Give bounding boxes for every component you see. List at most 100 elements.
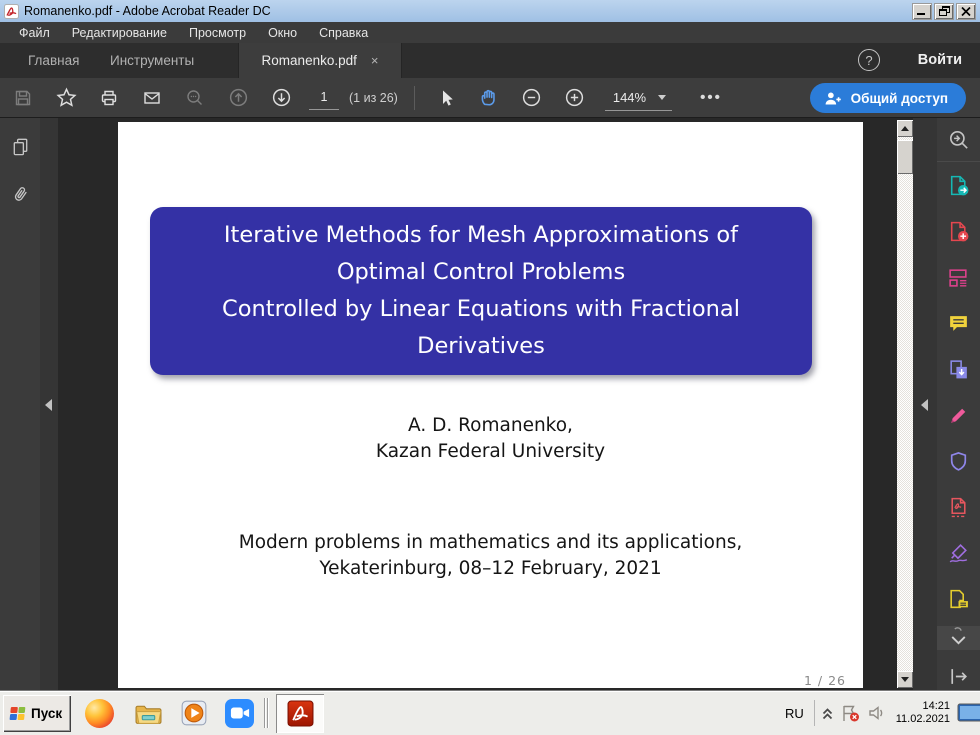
clock-date: 11.02.2021 (896, 713, 950, 726)
main-toolbar: 1 (1 из 26) 144% ••• Общий доступ (0, 78, 980, 118)
tray-divider (814, 700, 815, 726)
menu-help[interactable]: Справка (308, 26, 379, 40)
left-panel-rail (0, 118, 40, 690)
tab-tools[interactable]: Инструменты (96, 43, 208, 78)
acrobat-reader-window: Romanenko.pdf - Adobe Acrobat Reader DC … (0, 0, 980, 735)
protect-icon[interactable] (937, 438, 980, 484)
start-button-label: Пуск (31, 706, 62, 721)
share-button[interactable]: Общий доступ (810, 83, 966, 113)
scroll-up-button[interactable] (897, 120, 913, 137)
acrobat-task-button[interactable] (276, 694, 324, 733)
close-button[interactable] (956, 3, 976, 20)
window-titlebar[interactable]: Romanenko.pdf - Adobe Acrobat Reader DC (0, 0, 980, 22)
certificates-icon[interactable] (937, 530, 980, 576)
more-tools-button[interactable]: ••• (700, 89, 722, 106)
search-tools-icon[interactable] (937, 118, 980, 162)
slide-title-line: Controlled by Linear Equations with Frac… (150, 291, 812, 328)
print-button[interactable] (92, 81, 126, 115)
zoom-in-button[interactable] (558, 81, 592, 115)
vertical-scrollbar[interactable] (897, 120, 913, 688)
toolbar-divider (414, 86, 415, 110)
attachments-icon[interactable] (2, 176, 38, 212)
hand-tool-button[interactable] (472, 81, 506, 115)
tools-pane-rail (937, 118, 980, 690)
chevron-down-icon (658, 95, 666, 100)
author-name: A. D. Romanenko, (118, 413, 863, 439)
compress-pdf-icon[interactable] (937, 484, 980, 530)
create-pdf-icon[interactable] (937, 208, 980, 254)
scroll-down-button[interactable] (897, 671, 913, 688)
main-area: Iterative Methods for Mesh Approximation… (0, 118, 980, 690)
slide-author: A. D. Romanenko, Kazan Federal Universit… (118, 413, 863, 465)
slide-title-line: Derivatives (150, 328, 812, 365)
conference-date: Yekaterinburg, 08–12 February, 2021 (118, 556, 863, 582)
start-button[interactable]: Пуск (3, 695, 71, 732)
slide-title-line: Iterative Methods for Mesh Approximation… (150, 217, 812, 254)
zoom-level-value: 144% (613, 90, 646, 105)
acrobat-app-icon (4, 4, 19, 19)
clock-time: 14:21 (896, 700, 950, 713)
pdf-page: Iterative Methods for Mesh Approximation… (118, 122, 863, 688)
page-number-input[interactable]: 1 (309, 86, 339, 110)
document-area[interactable]: Iterative Methods for Mesh Approximation… (58, 118, 897, 690)
sign-in-button[interactable]: Войти (918, 43, 962, 78)
firefox-icon[interactable] (85, 699, 114, 728)
tab-bar: Главная Инструменты Romanenko.pdf × ? Во… (0, 43, 980, 78)
media-player-icon[interactable] (180, 699, 208, 727)
right-panel-collapse-strip[interactable] (913, 118, 937, 690)
star-bookmark-button[interactable] (49, 81, 83, 115)
page-thumbnails-icon[interactable] (2, 128, 38, 164)
scrollbar-thumb[interactable] (897, 140, 913, 174)
expand-pane-icon[interactable] (937, 662, 980, 690)
previous-page-button[interactable] (221, 81, 255, 115)
request-signatures-icon[interactable] (937, 576, 980, 622)
menu-view[interactable]: Просмотр (178, 26, 257, 40)
comment-icon[interactable] (937, 300, 980, 346)
tab-document[interactable]: Romanenko.pdf × (238, 43, 402, 78)
slide-page-indicator: 1 / 26 (804, 673, 846, 688)
collapse-right-icon (921, 399, 928, 411)
help-icon[interactable]: ? (858, 49, 880, 71)
triangle-down-icon (901, 677, 909, 682)
chevron-down-icon (947, 627, 970, 650)
fill-sign-icon[interactable] (937, 392, 980, 438)
restore-button[interactable] (934, 3, 954, 20)
system-tray: RU 14:21 11.02.2021 (778, 691, 980, 735)
hidden-icons-chevron[interactable] (821, 704, 834, 722)
search-button[interactable] (178, 81, 212, 115)
quick-launch-separator (262, 698, 270, 728)
display-monitor-icon[interactable] (957, 702, 980, 724)
triangle-up-icon (901, 126, 909, 131)
select-tool-button[interactable] (429, 81, 463, 115)
window-title: Romanenko.pdf - Adobe Acrobat Reader DC (24, 4, 271, 18)
edit-pdf-icon[interactable] (937, 254, 980, 300)
combine-files-icon[interactable] (937, 346, 980, 392)
email-button[interactable] (135, 81, 169, 115)
zoom-out-button[interactable] (515, 81, 549, 115)
left-panel-collapse-strip[interactable] (40, 118, 58, 690)
volume-icon[interactable] (867, 703, 887, 723)
more-tools-strip[interactable] (937, 626, 980, 650)
zoom-level-dropdown[interactable]: 144% (605, 85, 672, 111)
author-affiliation: Kazan Federal University (118, 439, 863, 465)
slide-title-box: Iterative Methods for Mesh Approximation… (150, 207, 812, 375)
menu-bar: Файл Редактирование Просмотр Окно Справк… (0, 22, 980, 43)
windows-logo-icon (9, 706, 26, 721)
menu-window[interactable]: Окно (257, 26, 308, 40)
action-center-flag-icon[interactable] (840, 703, 861, 723)
language-indicator[interactable]: RU (778, 706, 811, 721)
tab-home[interactable]: Главная (14, 43, 93, 78)
taskbar-clock[interactable]: 14:21 11.02.2021 (896, 700, 950, 726)
slide-title-line: Optimal Control Problems (150, 254, 812, 291)
minimize-button[interactable] (912, 3, 932, 20)
export-pdf-icon[interactable] (937, 162, 980, 208)
save-button[interactable] (6, 81, 40, 115)
tab-close-icon[interactable]: × (371, 53, 379, 68)
menu-edit[interactable]: Редактирование (61, 26, 178, 40)
zoom-app-icon[interactable] (225, 699, 254, 728)
menu-file[interactable]: Файл (8, 26, 61, 40)
conference-name: Modern problems in mathematics and its a… (118, 530, 863, 556)
next-page-button[interactable] (264, 81, 298, 115)
slide-conference: Modern problems in mathematics and its a… (118, 530, 863, 582)
file-explorer-icon[interactable] (133, 700, 164, 727)
